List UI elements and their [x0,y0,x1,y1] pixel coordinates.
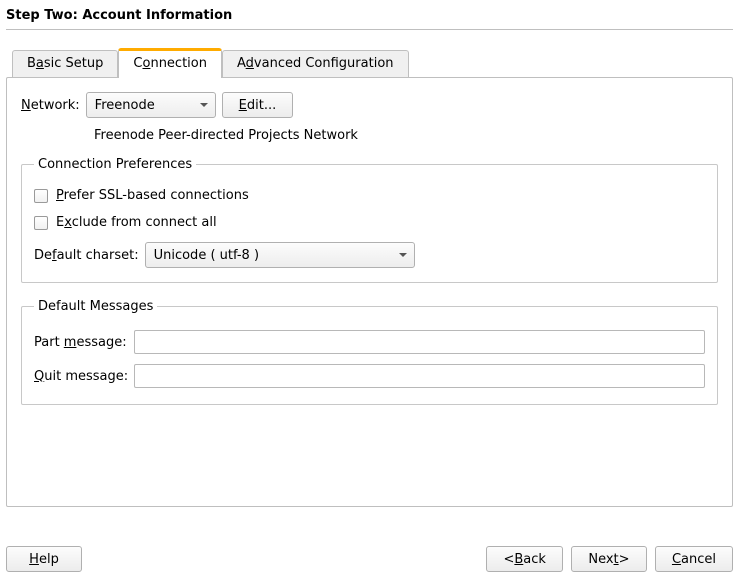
text: essage: [76,335,126,350]
text: < [503,552,514,567]
back-button[interactable]: < Back [486,546,562,572]
text: a [36,56,44,71]
text: vanced Configuration [254,56,394,71]
text: refer SSL-based connections [64,188,249,203]
prefer-ssl-row: Prefer SSL-based connections [34,188,705,203]
exclude-connect-all-label[interactable]: Exclude from connect all [56,215,217,230]
tab-strip: Basic Setup Connection Advanced Configur… [6,48,733,77]
cancel-button[interactable]: Cancel [655,546,733,572]
part-message-label: Part message: [34,335,128,350]
divider [6,29,733,30]
next-button[interactable]: Next > [571,546,647,572]
text: clude from connect all [72,215,217,230]
network-description: Freenode Peer-directed Projects Network [94,128,718,143]
text: N [21,98,31,113]
text: ancel [681,552,716,567]
text: ault charset: [57,248,139,263]
exclude-connect-all-row: Exclude from connect all [34,215,705,230]
chevron-down-icon [199,100,209,110]
tabs-container: Basic Setup Connection Advanced Configur… [6,48,733,507]
quit-message-label: Quit message: [34,369,128,384]
text: De [34,248,52,263]
spacer [6,507,733,536]
text: B [514,552,523,567]
network-label: Network: [21,98,80,113]
text: dit... [247,98,276,113]
text: Nex [588,552,613,567]
text: Part [34,335,64,350]
quit-message-row: Quit message: [34,364,705,388]
page-title: Step Two: Account Information [6,6,733,29]
prefer-ssl-checkbox[interactable] [34,189,48,203]
text: ack [523,552,546,567]
part-message-input[interactable] [134,330,705,354]
default-messages-group: Default Messages Part message: Quit mess… [21,299,718,405]
text: Q [34,369,44,384]
network-select[interactable]: Freenode [86,92,216,118]
network-row: Network: Freenode Edit... [21,92,718,118]
tab-connection[interactable]: Connection [118,48,222,78]
text: m [64,335,77,350]
tab-panel-connection: Network: Freenode Edit... Freenode Peer-… [6,77,733,507]
text: > [619,552,630,567]
text: etwork: [31,98,80,113]
text: d [246,56,254,71]
quit-message-input[interactable] [134,364,705,388]
text: E [239,98,247,113]
tab-basic-setup[interactable]: Basic Setup [12,50,118,77]
connection-preferences-legend: Connection Preferences [34,157,196,172]
text: x [64,215,71,230]
help-button[interactable]: Help [6,546,82,572]
text: B [27,56,36,71]
text: uit message: [44,369,128,384]
footer-buttons: Help < Back Next > Cancel [6,536,733,574]
text: C [672,552,681,567]
default-charset-label: Default charset: [34,248,139,263]
default-messages-legend: Default Messages [34,299,157,314]
network-select-value: Freenode [95,98,155,113]
part-message-row: Part message: [34,330,705,354]
prefer-ssl-label[interactable]: Prefer SSL-based connections [56,188,249,203]
default-charset-value: Unicode ( utf-8 ) [154,248,259,263]
text: elp [39,552,59,567]
text: sic Setup [44,56,104,71]
text: nnection [150,56,207,71]
text: A [237,56,246,71]
default-charset-row: Default charset: Unicode ( utf-8 ) [34,242,705,268]
exclude-connect-all-checkbox[interactable] [34,216,48,230]
text: E [56,215,64,230]
text: H [29,552,39,567]
tab-advanced-configuration[interactable]: Advanced Configuration [222,50,409,77]
connection-preferences-group: Connection Preferences Prefer SSL-based … [21,157,718,283]
edit-network-button[interactable]: Edit... [222,92,294,118]
text: P [56,188,64,203]
chevron-down-icon [398,250,408,260]
default-charset-select[interactable]: Unicode ( utf-8 ) [145,242,415,268]
